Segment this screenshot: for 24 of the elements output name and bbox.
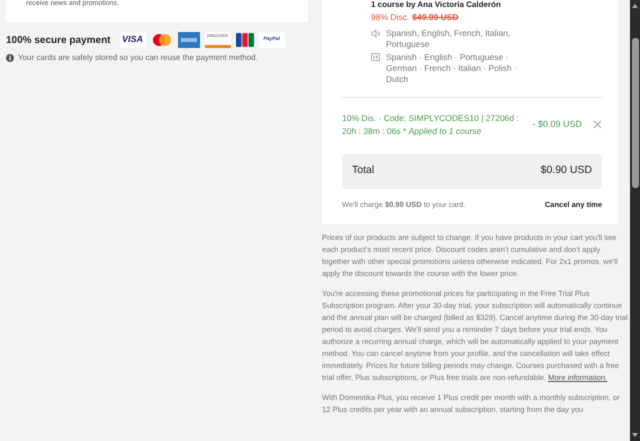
scroll-down-arrow-icon[interactable] [632, 433, 638, 437]
info-icon [6, 54, 14, 62]
subtitle-languages: Spanish · English · Portuguese · German · French · Italian · Polish · Dutch [386, 52, 518, 85]
discount-text: 98% Disc. [371, 11, 410, 24]
scrollbar[interactable] [630, 0, 640, 441]
promo-code-text: 10% Dis. · Code: SIMPLYCODES10 | 27206d : 20h : 38m : 06s *Applied to 1 course [342, 112, 520, 138]
amex-logo [178, 32, 200, 48]
payment-note: Your cards are safely stored so you can reuse the payment method. [18, 52, 258, 64]
audio-languages: Spanish, English, French, Italian, Portuguese [386, 28, 512, 50]
secure-payment-title: 100% secure payment [6, 34, 111, 48]
original-price: $49.99 USD [412, 11, 459, 24]
mastercard-logo [150, 32, 173, 48]
speaker-icon [371, 28, 380, 38]
course-byline: 1 course by Ana Victoria Calderón [371, 0, 502, 10]
total-amount: $0.90 USD [540, 163, 592, 178]
remove-code-button[interactable] [592, 120, 602, 130]
jcb-logo [236, 32, 254, 48]
visa-logo: VISA [120, 32, 146, 48]
promo-amount: - $0.09 USD [532, 118, 582, 131]
total-label: Total [352, 163, 374, 178]
subtitles-icon [371, 52, 380, 61]
scrollbar-thumb[interactable] [632, 38, 638, 188]
scroll-up-arrow-icon[interactable] [632, 4, 638, 8]
close-icon [592, 120, 602, 130]
